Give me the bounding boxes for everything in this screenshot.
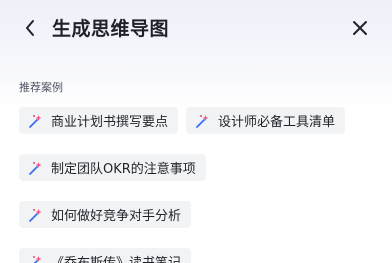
chevron-left-icon xyxy=(26,20,34,36)
page-title: 生成思维导图 xyxy=(52,18,170,40)
magic-wand-icon xyxy=(27,160,43,176)
section-label: 推荐案例 xyxy=(19,81,63,94)
example-chip-business-plan[interactable]: 商业计划书撰写要点 xyxy=(19,107,179,134)
example-label: 《乔布斯传》读书笔记 xyxy=(51,252,181,263)
magic-wand-icon xyxy=(27,254,43,263)
example-list: 商业计划书撰写要点 设计师必备工具清单 制定团队OKR的注意事项 如何做好竞争对… xyxy=(19,107,379,263)
close-button[interactable] xyxy=(347,15,373,41)
example-chip-team-okr[interactable]: 制定团队OKR的注意事项 xyxy=(19,154,206,181)
example-label: 商业计划书撰写要点 xyxy=(51,115,169,130)
example-label: 制定团队OKR的注意事项 xyxy=(51,162,196,177)
example-chip-designer-tools[interactable]: 设计师必备工具清单 xyxy=(186,107,346,134)
magic-wand-icon xyxy=(194,113,210,129)
mindmap-generator-panel: 生成思维导图 推荐案例 商业计划书撰写要点 设计师必备工具清单 制定团队OKR的… xyxy=(0,0,392,263)
example-chip-jobs-reading-notes[interactable]: 《乔布斯传》读书笔记 xyxy=(19,248,192,263)
example-label: 如何做好竞争对手分析 xyxy=(51,209,182,224)
example-chip-competitor-analysis[interactable]: 如何做好竞争对手分析 xyxy=(19,201,192,228)
back-button[interactable] xyxy=(18,14,42,42)
magic-wand-icon xyxy=(27,207,43,223)
magic-wand-icon xyxy=(27,113,43,129)
example-label: 设计师必备工具清单 xyxy=(218,115,336,130)
close-icon xyxy=(353,21,367,35)
